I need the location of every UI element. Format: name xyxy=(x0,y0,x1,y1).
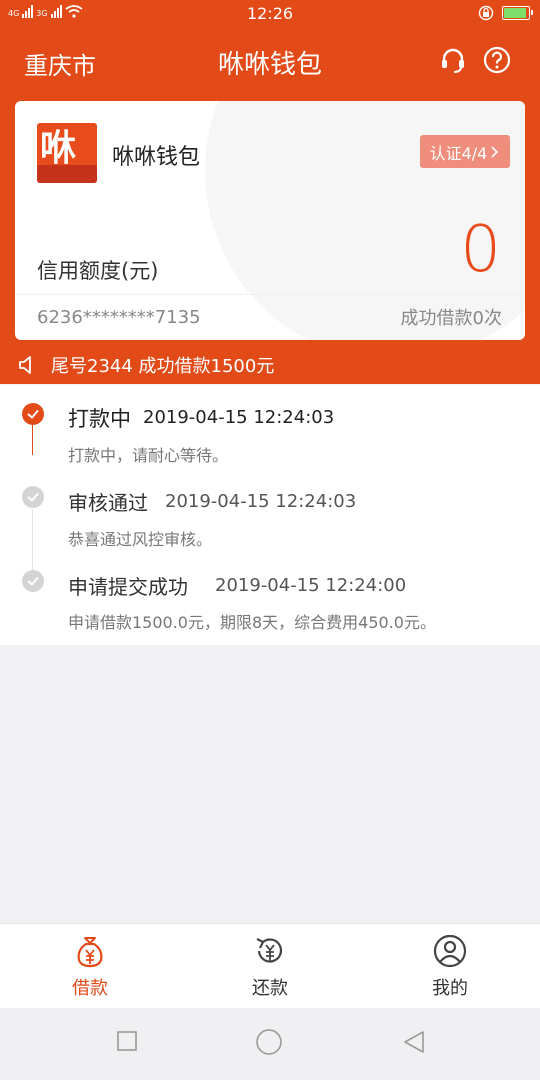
bank-card-number: 6236********7135 xyxy=(37,307,201,328)
timeline-dot xyxy=(22,486,44,508)
speaker-icon xyxy=(19,356,31,374)
check-icon xyxy=(27,409,39,419)
user-icon xyxy=(433,934,467,968)
certification-badge[interactable]: 认证4/4 xyxy=(420,135,510,168)
app-logo: 咻 xyxy=(37,123,97,183)
timeline-title: 申请提交成功 xyxy=(68,575,188,599)
timeline-dot xyxy=(22,570,44,592)
tab-label: 还款 xyxy=(252,978,288,999)
logo-text: 咻 xyxy=(40,128,77,169)
tab-mine[interactable]: 我的 xyxy=(400,934,500,1000)
battery-icon xyxy=(502,6,533,20)
timeline-dot-active xyxy=(22,403,44,425)
system-navigation-bar xyxy=(0,1008,540,1080)
cert-badge-label: 认证4/4 xyxy=(429,143,488,163)
check-icon xyxy=(27,576,39,586)
city-selector[interactable]: 重庆市 xyxy=(24,46,96,81)
status-time: 12:26 xyxy=(246,4,294,23)
announcement-ticker: 尾号2344 成功借款1500元 xyxy=(0,346,540,384)
back-icon[interactable] xyxy=(402,1030,426,1054)
successful-loans-count: 成功借款0次 xyxy=(400,308,502,329)
loan-status-timeline: 打款中 2019-04-15 12:24:03 打款中，请耐心等待。 审核通过 … xyxy=(0,385,540,645)
tab-label: 借款 xyxy=(72,978,108,999)
timeline-desc: 申请借款1500.0元，期限8天，综合费用450.0元。 xyxy=(68,613,436,632)
timeline-desc: 打款中，请耐心等待。 xyxy=(68,446,229,465)
tab-repay[interactable]: 还款 xyxy=(220,934,320,1000)
tab-label: 我的 xyxy=(432,978,468,999)
credit-limit-label: 信用额度(元) xyxy=(37,259,159,283)
wallet-name: 咻咻钱包 xyxy=(112,145,201,170)
timeline-line xyxy=(32,509,33,571)
timeline-time: 2019-04-15 12:24:00 xyxy=(215,575,407,596)
tab-borrow[interactable]: 借款 xyxy=(40,934,140,1000)
credit-limit-value: 0 xyxy=(460,213,501,287)
timeline-title: 审核通过 xyxy=(68,491,148,515)
help-icon[interactable] xyxy=(482,45,512,75)
timeline-title: 打款中 xyxy=(68,407,131,431)
status-right xyxy=(478,5,533,21)
headset-icon[interactable] xyxy=(438,45,468,75)
chevron-right-icon xyxy=(491,145,499,158)
check-icon xyxy=(27,492,39,502)
top-nav-bar: 重庆市 咻咻钱包 xyxy=(0,28,540,92)
repay-icon xyxy=(256,938,283,963)
home-icon[interactable] xyxy=(255,1028,283,1056)
money-bag-icon xyxy=(77,937,103,968)
timeline-line-active xyxy=(32,425,33,455)
timeline-desc: 恭喜通过风控审核。 xyxy=(68,530,213,549)
bottom-tab-bar: 借款 还款 我的 xyxy=(0,923,540,1008)
timeline-time: 2019-04-15 12:24:03 xyxy=(143,407,335,428)
wallet-card[interactable]: 咻 咻咻钱包 认证4/4 信用额度(元) 0 6236********7135 … xyxy=(15,101,525,340)
lock-rotation-icon xyxy=(478,5,494,21)
status-bar: 4G 3G 12:26 xyxy=(0,0,540,28)
card-divider xyxy=(15,294,525,295)
timeline-time: 2019-04-15 12:24:03 xyxy=(165,491,357,512)
recent-apps-icon[interactable] xyxy=(116,1030,138,1052)
ticker-text: 尾号2344 成功借款1500元 xyxy=(51,356,275,377)
